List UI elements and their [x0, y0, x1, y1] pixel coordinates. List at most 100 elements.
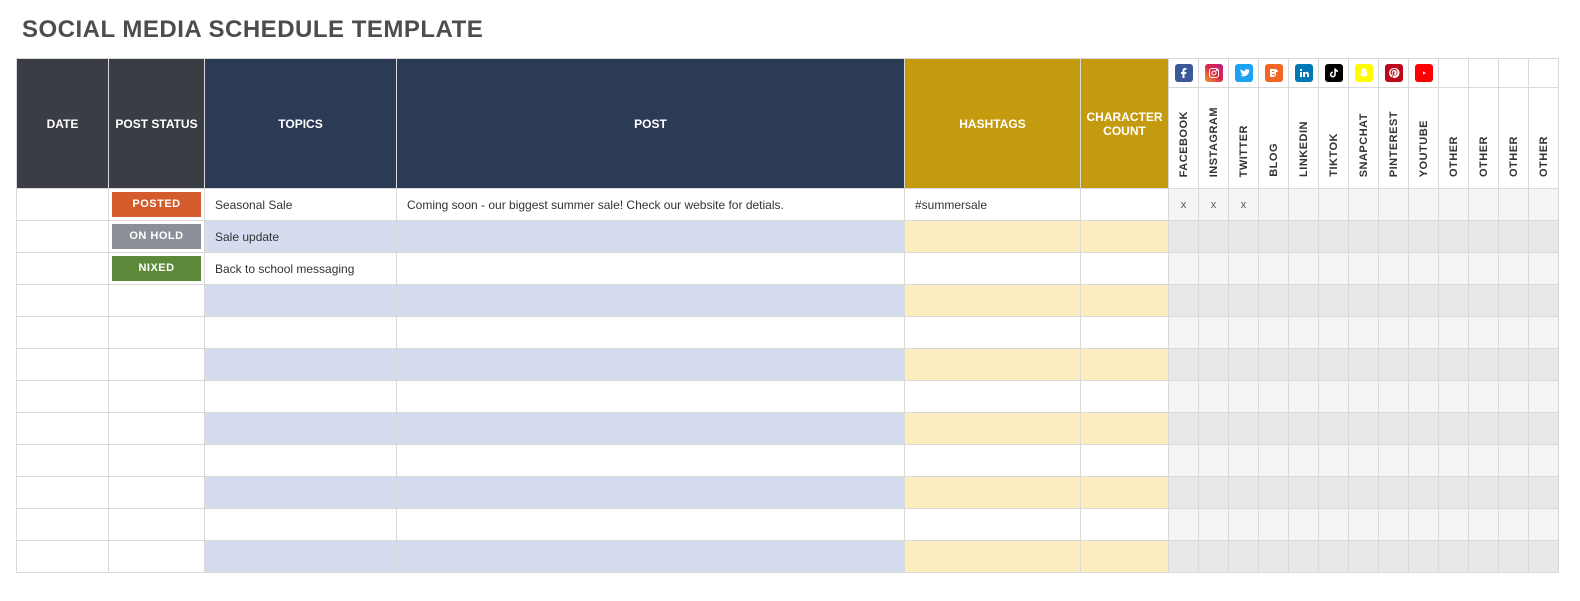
cell-pinterest[interactable] — [1379, 541, 1409, 573]
cell-youtube[interactable] — [1409, 253, 1439, 285]
cell-other1[interactable] — [1439, 541, 1469, 573]
cell-twitter[interactable] — [1229, 509, 1259, 541]
cell-twitter[interactable] — [1229, 381, 1259, 413]
cell-instagram[interactable] — [1199, 509, 1229, 541]
cell-snapchat[interactable] — [1349, 317, 1379, 349]
cell-blog[interactable] — [1259, 541, 1289, 573]
cell-hashtags[interactable] — [905, 285, 1081, 317]
cell-hashtags[interactable] — [905, 221, 1081, 253]
cell-snapchat[interactable] — [1349, 413, 1379, 445]
cell-topic[interactable] — [205, 317, 397, 349]
cell-hashtags[interactable] — [905, 317, 1081, 349]
cell-other3[interactable] — [1499, 285, 1529, 317]
cell-other1[interactable] — [1439, 381, 1469, 413]
cell-blog[interactable] — [1259, 221, 1289, 253]
cell-topic[interactable]: Sale update — [205, 221, 397, 253]
cell-topic[interactable] — [205, 381, 397, 413]
cell-youtube[interactable] — [1409, 285, 1439, 317]
cell-post[interactable] — [397, 317, 905, 349]
cell-tiktok[interactable] — [1319, 189, 1349, 221]
cell-other4[interactable] — [1529, 541, 1559, 573]
cell-date[interactable] — [17, 541, 109, 573]
cell-pinterest[interactable] — [1379, 477, 1409, 509]
cell-pinterest[interactable] — [1379, 445, 1409, 477]
cell-charcount[interactable] — [1081, 445, 1169, 477]
cell-other4[interactable] — [1529, 253, 1559, 285]
cell-topic[interactable] — [205, 541, 397, 573]
cell-status[interactable] — [109, 541, 205, 573]
cell-linkedin[interactable] — [1289, 285, 1319, 317]
cell-tiktok[interactable] — [1319, 445, 1349, 477]
cell-blog[interactable] — [1259, 477, 1289, 509]
cell-twitter[interactable] — [1229, 445, 1259, 477]
cell-snapchat[interactable] — [1349, 221, 1379, 253]
cell-youtube[interactable] — [1409, 189, 1439, 221]
cell-date[interactable] — [17, 285, 109, 317]
cell-other3[interactable] — [1499, 541, 1529, 573]
cell-post[interactable] — [397, 381, 905, 413]
cell-status[interactable] — [109, 317, 205, 349]
cell-snapchat[interactable] — [1349, 349, 1379, 381]
cell-charcount[interactable] — [1081, 509, 1169, 541]
cell-snapchat[interactable] — [1349, 285, 1379, 317]
cell-other4[interactable] — [1529, 317, 1559, 349]
cell-pinterest[interactable] — [1379, 221, 1409, 253]
cell-topic[interactable] — [205, 349, 397, 381]
cell-youtube[interactable] — [1409, 317, 1439, 349]
cell-hashtags[interactable] — [905, 413, 1081, 445]
cell-other1[interactable] — [1439, 445, 1469, 477]
cell-youtube[interactable] — [1409, 445, 1439, 477]
cell-facebook[interactable] — [1169, 541, 1199, 573]
cell-other1[interactable] — [1439, 477, 1469, 509]
cell-post[interactable] — [397, 253, 905, 285]
cell-linkedin[interactable] — [1289, 541, 1319, 573]
cell-other2[interactable] — [1469, 253, 1499, 285]
cell-post[interactable] — [397, 445, 905, 477]
cell-other1[interactable] — [1439, 189, 1469, 221]
cell-charcount[interactable] — [1081, 413, 1169, 445]
cell-instagram[interactable] — [1199, 413, 1229, 445]
cell-charcount[interactable] — [1081, 477, 1169, 509]
cell-other3[interactable] — [1499, 317, 1529, 349]
cell-charcount[interactable] — [1081, 253, 1169, 285]
cell-tiktok[interactable] — [1319, 541, 1349, 573]
cell-pinterest[interactable] — [1379, 253, 1409, 285]
cell-blog[interactable] — [1259, 413, 1289, 445]
cell-topic[interactable] — [205, 445, 397, 477]
cell-other1[interactable] — [1439, 317, 1469, 349]
cell-post[interactable] — [397, 541, 905, 573]
cell-facebook[interactable] — [1169, 285, 1199, 317]
cell-tiktok[interactable] — [1319, 285, 1349, 317]
cell-hashtags[interactable] — [905, 349, 1081, 381]
cell-other4[interactable] — [1529, 509, 1559, 541]
cell-post[interactable] — [397, 477, 905, 509]
cell-youtube[interactable] — [1409, 381, 1439, 413]
cell-status[interactable] — [109, 445, 205, 477]
cell-instagram[interactable] — [1199, 253, 1229, 285]
cell-date[interactable] — [17, 445, 109, 477]
cell-tiktok[interactable] — [1319, 477, 1349, 509]
cell-post[interactable]: Coming soon - our biggest summer sale! C… — [397, 189, 905, 221]
cell-other1[interactable] — [1439, 253, 1469, 285]
cell-snapchat[interactable] — [1349, 253, 1379, 285]
cell-blog[interactable] — [1259, 509, 1289, 541]
cell-other4[interactable] — [1529, 285, 1559, 317]
cell-blog[interactable] — [1259, 285, 1289, 317]
cell-pinterest[interactable] — [1379, 349, 1409, 381]
cell-hashtags[interactable]: #summersale — [905, 189, 1081, 221]
cell-other2[interactable] — [1469, 445, 1499, 477]
cell-other1[interactable] — [1439, 221, 1469, 253]
cell-snapchat[interactable] — [1349, 381, 1379, 413]
cell-other3[interactable] — [1499, 509, 1529, 541]
cell-twitter[interactable] — [1229, 349, 1259, 381]
cell-facebook[interactable] — [1169, 477, 1199, 509]
cell-twitter[interactable] — [1229, 317, 1259, 349]
cell-post[interactable] — [397, 413, 905, 445]
cell-instagram[interactable] — [1199, 445, 1229, 477]
cell-other1[interactable] — [1439, 509, 1469, 541]
cell-facebook[interactable] — [1169, 509, 1199, 541]
cell-snapchat[interactable] — [1349, 477, 1379, 509]
cell-hashtags[interactable] — [905, 509, 1081, 541]
cell-instagram[interactable] — [1199, 381, 1229, 413]
cell-linkedin[interactable] — [1289, 509, 1319, 541]
